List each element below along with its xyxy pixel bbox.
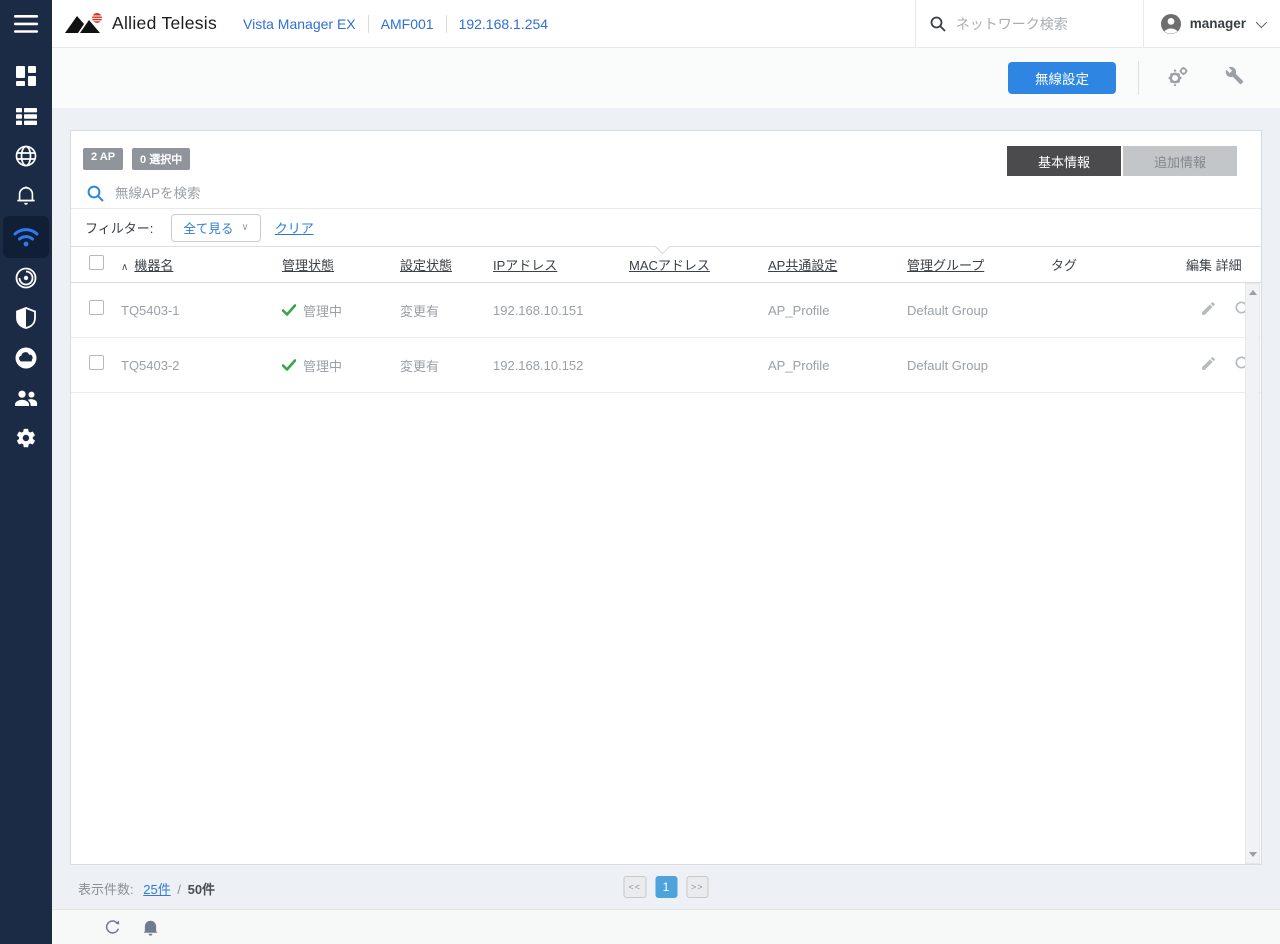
mgmt-group: Default Group (907, 357, 988, 373)
ip-address: 192.168.10.151 (493, 302, 584, 318)
col-mgmt-status[interactable]: 管理状態 (282, 255, 400, 274)
selected-count-badge: 0 選択中 (132, 148, 191, 170)
table-row: TQ5403-1 管理中 変更有 192.168.10.151 AP_Profi… (71, 283, 1261, 338)
ap-profile: AP_Profile (768, 357, 830, 373)
page-size-link[interactable]: 25件 (143, 882, 170, 897)
mgmt-group: Default Group (907, 302, 988, 318)
user-name: manager (1189, 16, 1246, 31)
crumb-ip[interactable]: 192.168.1.254 (447, 16, 561, 32)
refresh-icon[interactable] (104, 919, 121, 936)
brand-logo: Allied Telesis (64, 11, 217, 37)
tab-additional-info[interactable]: 追加情報 (1123, 146, 1237, 176)
settings-icon[interactable] (0, 418, 52, 458)
col-ip-address[interactable]: IPアドレス (493, 255, 629, 274)
row-checkbox[interactable] (89, 355, 104, 370)
security-icon[interactable] (0, 298, 52, 338)
count-separator: / (177, 882, 181, 897)
sidebar (0, 0, 52, 944)
next-page-button[interactable]: >> (686, 876, 709, 898)
crumb-network[interactable]: AMF001 (369, 16, 446, 32)
scroll-down-icon[interactable] (1248, 852, 1257, 857)
event-log-icon[interactable] (0, 176, 52, 216)
filter-label: フィルター: (85, 221, 154, 236)
user-menu[interactable]: manager (1142, 0, 1280, 48)
vista-manager-app: Allied Telesis Vista Manager EX AMF001 1… (0, 0, 1280, 944)
ip-address: 192.168.10.152 (493, 357, 584, 373)
wrench-icon[interactable] (1225, 66, 1244, 90)
edit-pencil-icon[interactable] (1200, 300, 1217, 320)
row-actions (1186, 355, 1275, 375)
scroll-up-icon[interactable] (1248, 290, 1257, 295)
mgmt-status: 管理中 (282, 356, 400, 375)
device-list-icon[interactable] (0, 96, 52, 136)
current-page-button[interactable]: 1 (655, 876, 677, 898)
mgmt-status: 管理中 (282, 301, 400, 320)
crumb-product[interactable]: Vista Manager EX (231, 16, 368, 32)
ap-profile: AP_Profile (768, 302, 830, 318)
managed-check-icon (282, 304, 296, 316)
allied-telesis-logo-icon (65, 12, 102, 33)
table-body: TQ5403-1 管理中 変更有 192.168.10.151 AP_Profi… (71, 283, 1261, 393)
gears-icon[interactable] (1167, 66, 1189, 91)
col-mac-address[interactable]: MACアドレス (629, 255, 768, 274)
config-status: 変更有 (400, 358, 440, 374)
col-edit-detail: 編集 詳細 (1186, 258, 1242, 273)
row-checkbox[interactable] (89, 300, 104, 315)
col-device-name[interactable]: ∧ 機器名 (121, 255, 282, 274)
wireless-icon[interactable] (3, 216, 49, 258)
toolbar-divider (1138, 61, 1139, 95)
display-count: 表示件数: 25件 / 50件 (78, 879, 215, 898)
page-toolbar: 無線設定 (52, 48, 1280, 108)
info-tabs: 基本情報 追加情報 (1007, 146, 1237, 176)
edit-pencil-icon[interactable] (1200, 355, 1217, 375)
menu-icon[interactable] (0, 0, 52, 48)
network-search-input[interactable] (955, 15, 1116, 32)
bell-icon[interactable] (143, 919, 158, 936)
col-ap-profile[interactable]: AP共通設定 (768, 255, 907, 274)
vertical-scrollbar[interactable] (1245, 283, 1260, 864)
filter-clear-link[interactable]: クリア (275, 218, 314, 237)
chevron-down-icon: ∨ (241, 221, 249, 233)
col-config-status[interactable]: 設定状態 (400, 255, 493, 274)
display-count-label: 表示件数: (78, 882, 134, 897)
ap-search-bar (71, 178, 1261, 209)
network-search (914, 0, 1143, 48)
managed-check-icon (282, 359, 296, 371)
badge-group: 2 AP 0 選択中 (83, 148, 191, 170)
total-count: 50件 (187, 882, 216, 897)
sort-asc-icon: ∧ (121, 262, 129, 273)
utility-bar (52, 909, 1280, 944)
cloud-icon[interactable] (0, 338, 52, 378)
row-actions (1186, 300, 1275, 320)
col-tags: タグ (1051, 258, 1078, 273)
device-name: TQ5403-1 (121, 302, 180, 318)
filter-dropdown-value: 全て見る (183, 221, 234, 236)
network-map-icon[interactable] (0, 136, 52, 176)
breadcrumb: Vista Manager EX AMF001 192.168.1.254 (231, 14, 561, 33)
select-all-checkbox[interactable] (89, 254, 104, 270)
prev-page-button[interactable]: << (623, 876, 646, 898)
search-icon (87, 185, 104, 202)
users-icon[interactable] (0, 378, 52, 418)
dashboard-icon[interactable] (0, 56, 52, 96)
tab-basic-info[interactable]: 基本情報 (1007, 146, 1121, 176)
brand-name: Allied Telesis (112, 13, 218, 33)
list-footer: 表示件数: 25件 / 50件 << 1 >> (52, 865, 1280, 909)
sdwan-icon[interactable] (0, 258, 52, 298)
config-status: 変更有 (400, 303, 440, 319)
table-header: ∧ 機器名 管理状態 設定状態 IPアドレス MACアドレス AP共通設定 管理グ… (71, 238, 1261, 283)
device-name: TQ5403-2 (121, 357, 180, 373)
ap-count-badge: 2 AP (83, 148, 124, 170)
avatar-icon (1160, 13, 1181, 34)
pagination: << 1 >> (623, 876, 709, 898)
table-row: TQ5403-2 管理中 変更有 192.168.10.152 AP_Profi… (71, 338, 1261, 393)
filter-dropdown[interactable]: 全て見る ∨ (171, 213, 261, 242)
ap-search-input[interactable] (115, 185, 515, 201)
wireless-settings-button[interactable]: 無線設定 (1008, 62, 1116, 94)
search-icon (930, 16, 946, 32)
top-header: Allied Telesis Vista Manager EX AMF001 1… (52, 0, 1280, 48)
ap-list-panel: 2 AP 0 選択中 基本情報 追加情報 フィルター: 全て見る ∨ クリア ∧… (70, 130, 1262, 865)
chevron-down-icon (1255, 16, 1268, 28)
col-mgmt-group[interactable]: 管理グループ (907, 255, 1051, 274)
